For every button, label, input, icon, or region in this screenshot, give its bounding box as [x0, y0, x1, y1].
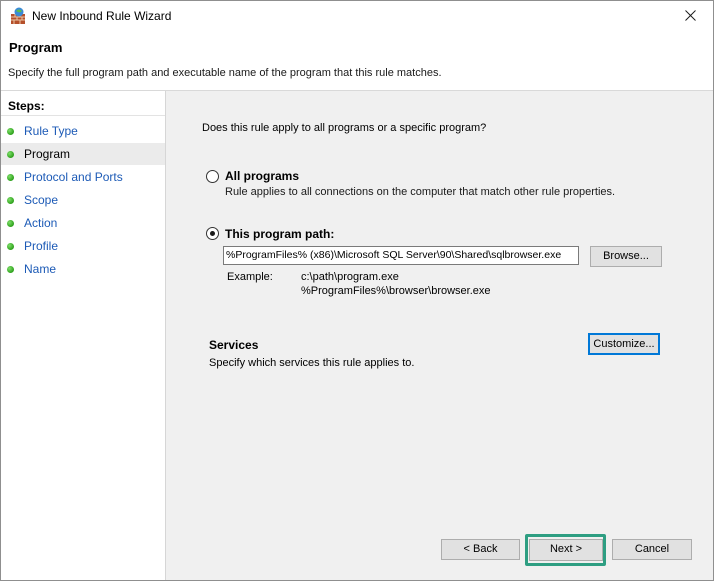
all-programs-description: Rule applies to all connections on the c… [225, 186, 616, 198]
step-action[interactable]: Action [1, 212, 165, 234]
back-button[interactable]: < Back [441, 539, 520, 560]
step-bullet-icon [7, 128, 14, 135]
page-description: Specify the full program path and execut… [8, 67, 442, 79]
firewall-wall-icon [10, 7, 26, 25]
all-programs-label[interactable]: All programs [225, 169, 299, 183]
wizard-content: Does this rule apply to all programs or … [166, 91, 713, 580]
program-path-input[interactable]: %ProgramFiles% (x86)\Microsoft SQL Serve… [223, 246, 579, 265]
example-path-2: %ProgramFiles%\browser\browser.exe [301, 285, 491, 297]
example-label: Example: [227, 271, 273, 283]
step-label: Name [24, 262, 57, 276]
step-label: Program [24, 147, 71, 161]
step-label: Action [24, 216, 58, 230]
title-bar: New Inbound Rule Wizard [1, 1, 713, 32]
step-profile[interactable]: Profile [1, 235, 165, 257]
browse-button[interactable]: Browse... [590, 246, 662, 267]
services-title: Services [209, 338, 259, 352]
step-name[interactable]: Name [1, 258, 165, 280]
customize-button[interactable]: Customize... [588, 333, 660, 355]
steps-heading: Steps: [1, 95, 165, 116]
example-path-1: c:\path\program.exe [301, 271, 399, 283]
services-description: Specify which services this rule applies… [209, 357, 415, 369]
close-button[interactable] [667, 1, 713, 32]
steps-sidebar: Steps: Rule Type Program Protocol and Po… [1, 91, 166, 580]
cancel-button[interactable]: Cancel [612, 539, 692, 560]
step-bullet-icon [7, 243, 14, 250]
step-label: Protocol and Ports [24, 170, 123, 184]
window-title: New Inbound Rule Wizard [32, 9, 172, 23]
step-label: Profile [24, 239, 59, 253]
program-path-radio[interactable] [206, 227, 219, 240]
step-rule-type[interactable]: Rule Type [1, 120, 165, 142]
step-label: Rule Type [24, 124, 78, 138]
scope-question: Does this rule apply to all programs or … [202, 122, 487, 134]
program-path-label[interactable]: This program path: [225, 227, 334, 241]
step-bullet-icon [7, 220, 14, 227]
step-protocol-and-ports[interactable]: Protocol and Ports [1, 166, 165, 188]
step-program: Program [1, 143, 165, 165]
step-bullet-icon [7, 174, 14, 181]
step-bullet-icon [7, 151, 14, 158]
wizard-window: New Inbound Rule Wizard Program Specify … [0, 0, 714, 581]
step-label: Scope [24, 193, 59, 207]
step-scope[interactable]: Scope [1, 189, 165, 211]
next-button-highlight [525, 534, 606, 566]
wizard-header: Program Specify the full program path an… [1, 32, 713, 91]
close-icon [684, 9, 696, 24]
page-title: Program [9, 40, 63, 55]
step-bullet-icon [7, 197, 14, 204]
step-bullet-icon [7, 266, 14, 273]
all-programs-radio[interactable] [206, 170, 219, 183]
